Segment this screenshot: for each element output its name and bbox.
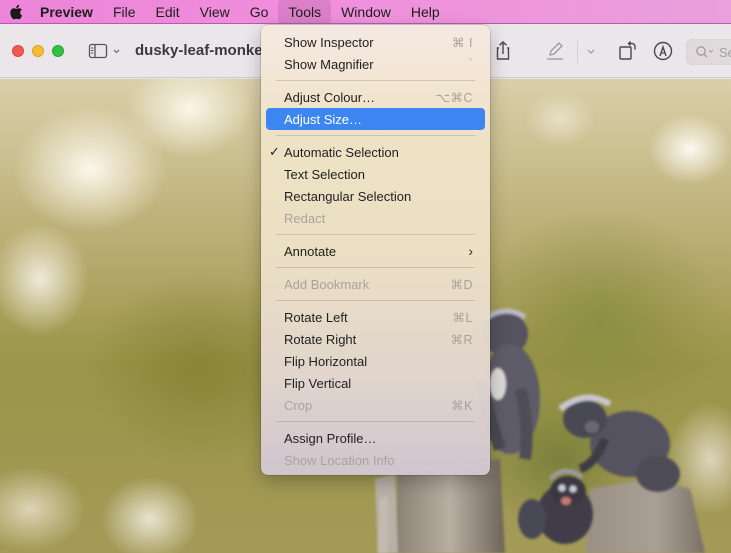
search-placeholder: Se: [719, 44, 731, 60]
menu-separator: [276, 234, 475, 235]
markup-icon: [653, 41, 673, 61]
menu-item-crop: Crop ⌘K: [284, 397, 473, 413]
menu-item-rectangular-selection[interactable]: Rectangular Selection: [266, 185, 485, 207]
zoom-window-button[interactable]: [52, 45, 64, 57]
minimize-window-button[interactable]: [32, 45, 44, 57]
menu-item-add-bookmark: Add Bookmark ⌘D: [284, 276, 473, 292]
checkmark-icon: ✓: [269, 144, 280, 159]
shortcut: ⌘ I: [452, 35, 473, 50]
menu-item-flip-horizontal[interactable]: Flip Horizontal: [266, 350, 485, 372]
menu-view[interactable]: View: [190, 0, 240, 24]
menu-window[interactable]: Window: [331, 0, 401, 24]
menu-separator: [276, 267, 475, 268]
chevron-right-icon: ›: [468, 243, 473, 259]
chevron-down-icon: [587, 49, 595, 54]
menu-item-show-magnifier[interactable]: Show Magnifier `: [266, 53, 485, 75]
markup-button[interactable]: [651, 39, 675, 63]
menu-separator: [276, 135, 475, 136]
search-icon: [696, 46, 714, 58]
rotate-icon: [619, 41, 636, 60]
menu-item-rotate-left[interactable]: Rotate Left ⌘L: [266, 306, 485, 328]
menu-separator: [276, 300, 475, 301]
menu-tools[interactable]: Tools: [278, 0, 332, 24]
rotate-button[interactable]: [616, 39, 640, 63]
pen-icon: [547, 42, 563, 60]
menu-separator: [276, 421, 475, 422]
search-field[interactable]: Se: [686, 39, 731, 65]
menu-edit[interactable]: Edit: [146, 0, 190, 24]
document-title: dusky-leaf-monke: [135, 42, 263, 59]
menu-file[interactable]: File: [103, 0, 146, 24]
menu-preview[interactable]: Preview: [30, 0, 103, 24]
shortcut: `: [468, 57, 473, 71]
shortcut: ⌘D: [450, 277, 473, 292]
shortcut: ⌥⌘C: [435, 90, 473, 105]
menu-bar: Preview File Edit View Go Tools Window H…: [0, 0, 731, 24]
share-icon: [496, 41, 510, 60]
menu-item-flip-vertical[interactable]: Flip Vertical: [266, 372, 485, 394]
monkey-leaning: [558, 394, 680, 492]
menu-help[interactable]: Help: [401, 0, 450, 24]
highlight-options-button[interactable]: [584, 41, 598, 61]
apple-logo-icon: [10, 4, 23, 19]
menu-separator: [276, 80, 475, 81]
menu-item-adjust-size[interactable]: Adjust Size…: [266, 108, 485, 130]
tools-menu: Show Inspector ⌘ I Show Magnifier ` Adju…: [261, 25, 490, 475]
tree-stump-right: [585, 479, 705, 553]
menu-item-automatic-selection[interactable]: ✓ Automatic Selection: [266, 141, 485, 163]
shortcut: ⌘L: [452, 310, 473, 325]
highlight-button[interactable]: [544, 39, 566, 63]
toolbar-divider: [577, 41, 578, 63]
menu-item-assign-profile[interactable]: Assign Profile…: [266, 427, 485, 449]
close-window-button[interactable]: [12, 45, 24, 57]
sidebar-icon: [88, 43, 120, 59]
menu-item-redact: Redact: [284, 210, 326, 226]
shortcut: ⌘R: [450, 332, 473, 347]
monkey-baby: [518, 469, 593, 544]
apple-menu[interactable]: [2, 0, 30, 24]
menu-item-annotate[interactable]: Annotate ›: [266, 240, 485, 262]
menu-item-adjust-colour[interactable]: Adjust Colour… ⌥⌘C: [266, 86, 485, 108]
menu-item-show-location-info: Show Location Info: [284, 452, 395, 468]
shortcut: ⌘K: [451, 398, 473, 413]
menu-item-text-selection[interactable]: Text Selection: [266, 163, 485, 185]
sidebar-toggle-button[interactable]: [87, 41, 123, 61]
share-button[interactable]: [492, 39, 514, 63]
menu-go[interactable]: Go: [240, 0, 279, 24]
menu-item-show-inspector[interactable]: Show Inspector ⌘ I: [266, 31, 485, 53]
menu-item-rotate-right[interactable]: Rotate Right ⌘R: [266, 328, 485, 350]
